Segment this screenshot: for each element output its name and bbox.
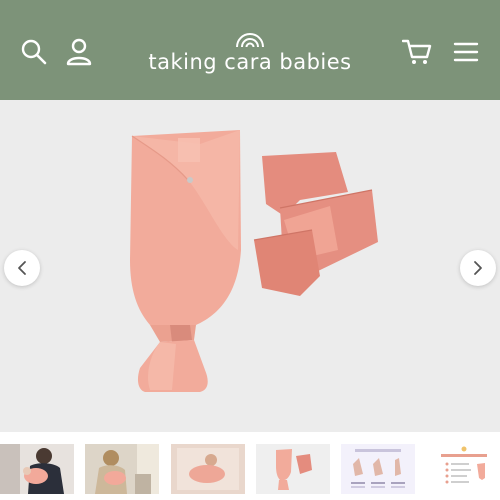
cart-icon (401, 39, 432, 64)
thumbnail-6[interactable] (427, 444, 500, 494)
product-main-image (0, 100, 500, 432)
thumbnail-3[interactable] (171, 444, 245, 494)
search-icon (21, 39, 47, 65)
product-image-carousel[interactable] (0, 100, 500, 432)
account-button[interactable] (66, 38, 92, 66)
thumbnail-4[interactable] (256, 444, 330, 494)
user-icon (66, 38, 92, 66)
thumbnail-strip (0, 432, 500, 500)
next-image-button[interactable] (460, 250, 496, 286)
rainbow-icon (236, 33, 264, 48)
thumbnail-1[interactable] (0, 444, 74, 494)
chevron-right-icon (474, 261, 482, 275)
chevron-left-icon (18, 261, 26, 275)
menu-button[interactable] (452, 40, 480, 64)
brand-name: taking cara babies (148, 50, 352, 74)
site-header: taking cara babies (0, 0, 500, 100)
search-button[interactable] (20, 38, 48, 66)
thumbnail-2[interactable] (85, 444, 159, 494)
brand-logo[interactable]: taking cara babies (138, 26, 362, 86)
thumbnail-5[interactable] (341, 444, 415, 494)
previous-image-button[interactable] (4, 250, 40, 286)
cart-button[interactable] (401, 38, 432, 66)
menu-icon (453, 42, 479, 62)
